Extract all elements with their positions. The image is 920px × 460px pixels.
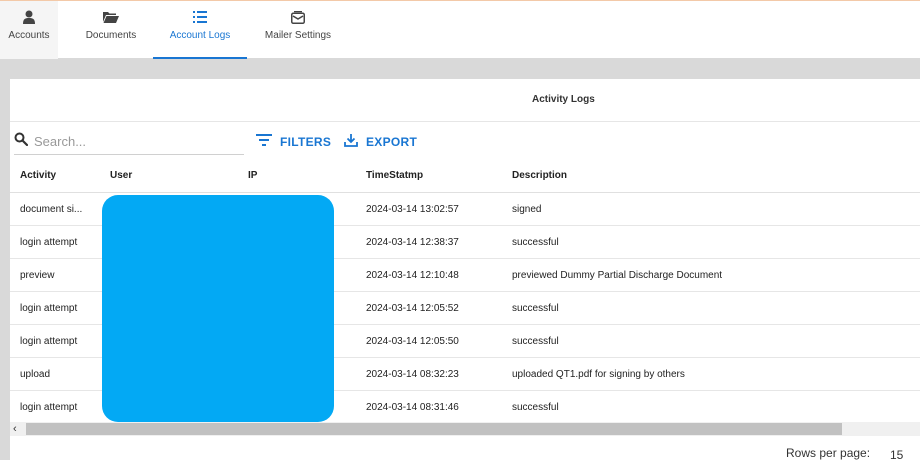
cell-activity: login attempt — [20, 303, 78, 314]
rows-per-page-select[interactable]: 15 — [890, 448, 903, 460]
rows-per-page-label: Rows per page: — [786, 446, 871, 460]
cell-description: successful — [512, 303, 559, 314]
cell-description: uploaded QT1.pdf for signing by others — [512, 369, 685, 380]
cell-activity: login attempt — [20, 402, 78, 413]
search-input[interactable] — [34, 134, 224, 149]
cell-timestamp: 2024-03-14 08:31:46 — [366, 402, 459, 413]
tab-label: Account Logs — [169, 30, 231, 41]
column-header-user[interactable]: User — [110, 170, 132, 181]
column-header-ip[interactable]: IP — [248, 170, 257, 181]
export-button[interactable]: EXPORT — [344, 133, 417, 151]
tab-label: Mailer Settings — [264, 30, 332, 41]
redaction-overlay — [102, 195, 334, 422]
person-icon — [23, 9, 35, 25]
cell-activity: login attempt — [20, 336, 78, 347]
table-footer: Rows per page: 15 — [10, 436, 920, 460]
cell-description: previewed Dummy Partial Discharge Docume… — [512, 270, 723, 281]
folder-open-icon — [103, 9, 119, 25]
cell-timestamp: 2024-03-14 12:10:48 — [366, 270, 459, 281]
column-header-timestamp[interactable]: TimeStatmp — [366, 170, 423, 181]
tab-label: Documents — [85, 30, 137, 41]
tab-label: Accounts — [8, 30, 50, 41]
tab-account-logs[interactable]: Account Logs — [153, 1, 247, 59]
filter-icon — [256, 133, 272, 151]
search-box[interactable] — [14, 129, 244, 155]
cell-timestamp: 2024-03-14 12:05:52 — [366, 303, 459, 314]
cell-description: successful — [512, 237, 559, 248]
filters-label: FILTERS — [280, 135, 332, 149]
scrollbar-thumb[interactable] — [26, 423, 842, 435]
cell-activity: preview — [20, 270, 55, 281]
cell-activity: document si... — [20, 204, 83, 215]
tab-accounts[interactable]: Accounts — [0, 1, 58, 59]
export-label: EXPORT — [366, 135, 418, 149]
cell-activity: login attempt — [20, 237, 78, 248]
cell-timestamp: 2024-03-14 12:38:37 — [366, 237, 459, 248]
table-header: Activity User IP TimeStatmp Description — [10, 159, 920, 193]
scroll-left-icon[interactable]: ‹ — [13, 422, 17, 436]
download-icon — [344, 133, 358, 152]
panel-title: Activity Logs — [532, 94, 595, 105]
mail-settings-icon — [291, 9, 305, 25]
filters-button[interactable]: FILTERS — [256, 133, 331, 151]
cell-timestamp: 2024-03-14 08:32:23 — [366, 369, 459, 380]
cell-description: successful — [512, 336, 559, 347]
cell-activity: upload — [20, 369, 51, 380]
column-header-activity[interactable]: Activity — [20, 170, 56, 181]
activity-logs-panel: Activity Logs FILTERS EXPORT Activity Us… — [10, 79, 920, 460]
search-icon — [14, 132, 29, 151]
cell-timestamp: 2024-03-14 13:02:57 — [366, 204, 459, 215]
cell-description: signed — [512, 204, 542, 215]
cell-timestamp: 2024-03-14 12:05:50 — [366, 336, 459, 347]
cell-description: successful — [512, 402, 559, 413]
list-icon — [193, 9, 207, 25]
panel-header: Activity Logs — [10, 79, 920, 122]
tab-mailer-settings[interactable]: Mailer Settings — [254, 1, 342, 59]
horizontal-scrollbar[interactable]: ‹ — [10, 422, 920, 436]
tab-documents[interactable]: Documents — [72, 1, 150, 59]
top-navigation: Accounts Documents Account Logs Mailer S… — [0, 0, 920, 59]
column-header-description[interactable]: Description — [512, 170, 567, 181]
